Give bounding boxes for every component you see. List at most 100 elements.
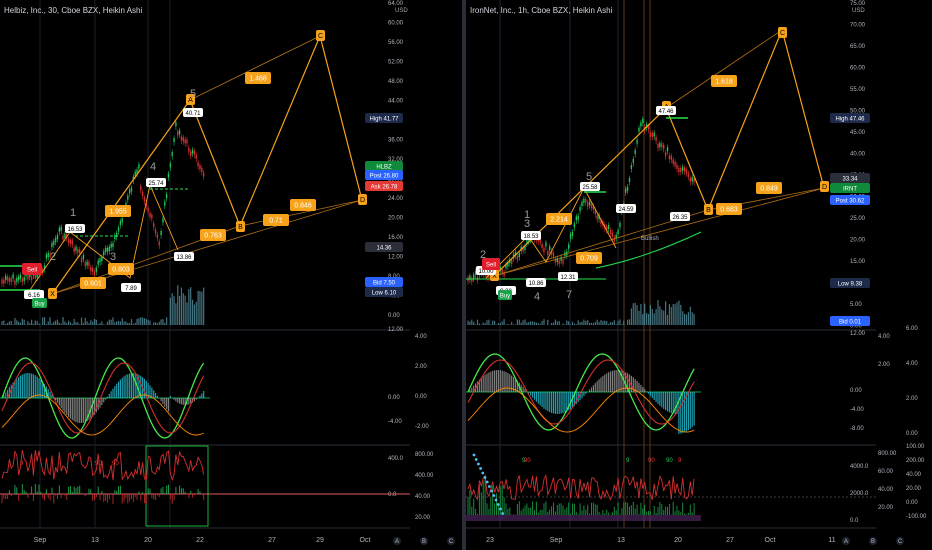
right-osc1-histogram-bar [495, 370, 498, 392]
left-osc1-outer-tick: 4.00 [415, 334, 427, 340]
left-chart-canvas[interactable]: 64.0060.0056.0052.0048.0044.0040.0036.00… [0, 0, 462, 550]
right-candle [518, 253, 520, 258]
right-date-label: 11 [828, 537, 835, 544]
right-osc2-dot [485, 480, 489, 484]
right-volume-bar [570, 324, 572, 325]
left-osc2-bar [108, 494, 110, 500]
right-candle [607, 224, 610, 229]
left-osc2-outer-tick: 40.00 [415, 494, 431, 500]
left-osc2-bar [58, 485, 60, 494]
right-candle [630, 165, 633, 170]
right-volume-bar [533, 321, 536, 325]
right-price-tick: 70.00 [850, 23, 866, 29]
right-osc2-bar [553, 502, 554, 515]
left-osc2-bar [27, 494, 29, 499]
left-candle [162, 218, 164, 223]
right-osc2-bar [499, 486, 501, 515]
left-volume-bar [56, 319, 59, 325]
right-candle [625, 188, 627, 193]
right-volume-bar [646, 313, 648, 325]
right-candle [573, 223, 576, 228]
left-buy-signal: Buy [32, 298, 47, 308]
left-date-label: Oct [360, 537, 371, 544]
right-osc2-bar [564, 509, 566, 515]
right-osc1-histogram-bar [554, 392, 556, 414]
right-osc2-dot [499, 507, 502, 511]
right-volume-bar [666, 314, 669, 325]
left-candle [147, 207, 149, 212]
right-osc2-bar [636, 504, 638, 515]
right-candle [583, 198, 585, 203]
right-point-B-text: B [706, 207, 711, 214]
right-wave-number: 2 [480, 249, 486, 261]
right-axis-tag: Post 30.62 [830, 195, 870, 205]
left-volume-bar [203, 287, 205, 325]
right-osc2-bar [623, 502, 625, 515]
left-volume-bar [177, 285, 179, 325]
left-harmonic-small [29, 183, 179, 291]
left-volume-bar [127, 322, 129, 325]
left-axis-tag: Ask 26.78 [365, 181, 403, 191]
right-price-label-text: 47.46 [658, 109, 674, 115]
right-osc2-bar [596, 504, 598, 515]
left-fib-ratio-label-text: 1.468 [249, 76, 267, 83]
right-osc1-histogram-bar [522, 386, 524, 392]
left-volume-bar [95, 319, 97, 325]
right-osc2-bar [513, 514, 515, 515]
right-volume-bar [513, 324, 515, 325]
left-candle [16, 277, 18, 282]
right-osc1-histogram-bar [484, 374, 486, 392]
left-price-label: 25.74 [146, 178, 166, 187]
left-axis-tag: High 41.77 [365, 113, 403, 123]
right-osc1-tick: -8.00 [850, 426, 864, 432]
right-osc2-bar [579, 503, 581, 515]
left-volume-bar [82, 323, 84, 325]
right-osc2-bar [598, 512, 600, 515]
right-candle [579, 207, 581, 212]
left-osc1-histogram-bar [66, 398, 68, 415]
left-osc2-bar [47, 494, 49, 499]
right-osc1-histogram-bar [562, 392, 564, 414]
left-chart-panel[interactable]: 64.0060.0056.0052.0048.0044.0040.0036.00… [0, 0, 462, 550]
left-fib-ratio-label-text: 0.846 [294, 203, 312, 210]
left-volume-bar [145, 319, 147, 325]
right-volume-bar [693, 313, 695, 325]
right-osc2-bar [573, 503, 575, 515]
left-volume-bar [134, 322, 136, 325]
left-osc2-bar [116, 490, 118, 494]
right-osc2-bar [503, 497, 505, 515]
right-volume-bar [665, 301, 667, 325]
right-osc1-histogram-bar [611, 370, 613, 392]
left-price-tick: 48.00 [388, 79, 404, 85]
right-volume-bar [520, 322, 522, 325]
right-chart-canvas[interactable]: 75.0070.0065.0060.0055.0050.0045.0040.00… [466, 0, 932, 550]
right-osc1-histogram-bar [490, 371, 492, 392]
right-volume-bar [541, 320, 543, 325]
left-fib-ratio-label: 0.803 [108, 263, 134, 275]
right-osc2-bar [668, 503, 670, 515]
right-candle [543, 248, 545, 253]
right-chart-panel[interactable]: 75.00 70.00 65.00 60.00 55.00 50.00 45.00 40.00… [466, 0, 932, 550]
left-volume-bar [43, 317, 46, 325]
right-osc2-dot [479, 467, 482, 470]
right-osc1-histogram-bar [539, 392, 541, 406]
right-volume-bar [613, 320, 615, 325]
left-osc2-bar [64, 494, 66, 496]
left-osc1-histogram-bar [73, 398, 75, 422]
right-wave-number: 4 [534, 291, 540, 303]
right-fib-ratio-label-text: 0.849 [760, 186, 778, 193]
right-osc2-bar [642, 508, 644, 515]
right-osc2-bar [691, 512, 693, 515]
left-osc2-bar [169, 494, 171, 500]
right-osc2-bar [630, 505, 632, 515]
left-osc2-bar [7, 494, 9, 499]
right-osc1-histogram-bar [657, 392, 659, 404]
left-date-label: Sep [34, 537, 47, 544]
left-osc2-bar [77, 486, 79, 494]
right-volume-bar [514, 324, 517, 325]
left-osc2-bar [136, 494, 138, 500]
left-fib-ratio-label: 0.846 [290, 199, 316, 211]
left-osc2-bar [114, 489, 116, 494]
right-volume-bar [687, 312, 689, 325]
left-candle [184, 139, 186, 144]
